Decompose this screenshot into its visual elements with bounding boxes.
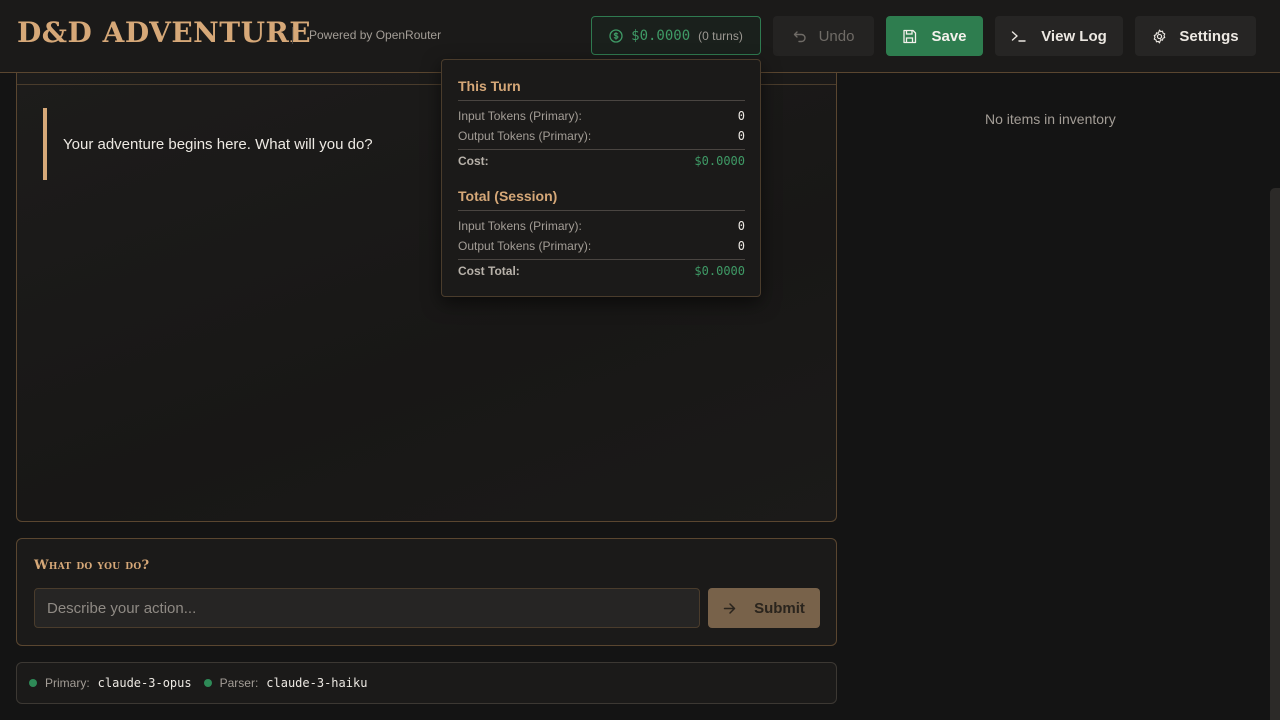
parser-status-dot-icon (203, 679, 212, 687)
gear-icon (1152, 29, 1167, 44)
total-session-title: Total (Session) (458, 188, 558, 204)
total-input-label: Input Tokens (Primary): (458, 219, 582, 233)
this-turn-input-row: Input Tokens (Primary): 0 (458, 109, 745, 123)
total-cost-value: $0.0000 (694, 264, 745, 278)
total-input-row: Input Tokens (Primary): 0 (458, 219, 745, 233)
total-session-divider (458, 210, 745, 211)
this-turn-cost-label: Cost: (458, 154, 489, 168)
primary-status-dot-icon (29, 679, 37, 687)
model-status-bar: Primary: claude-3-opus Parser: claude-3-… (16, 662, 837, 704)
this-turn-input-value: 0 (737, 109, 745, 123)
this-turn-output-row: Output Tokens (Primary): 0 (458, 129, 745, 143)
dollar-circle-icon (609, 28, 623, 43)
inventory-empty-text: No items in inventory (985, 111, 1116, 127)
this-turn-cost-divider (458, 149, 745, 150)
view-log-label: View Log (1041, 27, 1107, 45)
total-cost-label: Cost Total: (458, 264, 520, 278)
total-output-row: Output Tokens (Primary): 0 (458, 239, 745, 253)
this-turn-output-label: Output Tokens (Primary): (458, 129, 592, 143)
this-turn-divider (458, 100, 745, 101)
sidebar-scrollbar[interactable] (1270, 188, 1280, 720)
total-cost-row: Cost Total: $0.0000 (458, 264, 745, 278)
total-cost-divider (458, 259, 745, 260)
undo-arrow-icon (793, 29, 807, 43)
this-turn-cost-row: Cost: $0.0000 (458, 154, 745, 168)
settings-button[interactable]: Settings (1135, 16, 1256, 56)
primary-model-name: claude-3-opus (97, 676, 192, 690)
floppy-disk-icon (902, 29, 917, 44)
this-turn-cost-value: $0.0000 (694, 154, 745, 168)
cost-value: $0.0000 (631, 27, 691, 44)
action-title: What do you do? (34, 558, 150, 573)
this-turn-input-label: Input Tokens (Primary): (458, 109, 582, 123)
this-turn-output-value: 0 (737, 129, 745, 143)
save-button[interactable]: Save (886, 16, 983, 56)
action-input[interactable] (34, 588, 700, 628)
cost-popover: This Turn Input Tokens (Primary): 0 Outp… (441, 59, 761, 297)
cost-turns: (0 turns) (698, 28, 743, 43)
powered-by-text: Powered by OpenRouter (309, 28, 442, 42)
total-output-value: 0 (737, 239, 745, 253)
total-output-label: Output Tokens (Primary): (458, 239, 592, 253)
logo-divider (292, 27, 293, 44)
this-turn-title: This Turn (458, 78, 521, 94)
settings-label: Settings (1179, 27, 1239, 45)
submit-button[interactable]: Submit (708, 588, 820, 628)
parser-model-label: Parser: (219, 676, 259, 690)
cost-button[interactable]: $0.0000 (0 turns) (591, 16, 761, 55)
primary-model-label: Primary: (45, 676, 90, 690)
total-input-value: 0 (737, 219, 745, 233)
view-log-button[interactable]: View Log (995, 16, 1123, 56)
undo-label: Undo (818, 27, 855, 45)
submit-label: Submit (754, 599, 805, 617)
story-message-text: Your adventure begins here. What will yo… (63, 135, 373, 153)
terminal-prompt-icon (1011, 29, 1027, 43)
action-panel: What do you do? Submit (16, 538, 837, 646)
arrow-right-icon (723, 602, 736, 615)
undo-button[interactable]: Undo (773, 16, 874, 56)
save-label: Save (931, 27, 967, 45)
parser-model-name: claude-3-haiku (266, 676, 368, 690)
app-logo: D&D ADVENTURE (17, 16, 312, 49)
story-message: Your adventure begins here. What will yo… (43, 108, 443, 180)
